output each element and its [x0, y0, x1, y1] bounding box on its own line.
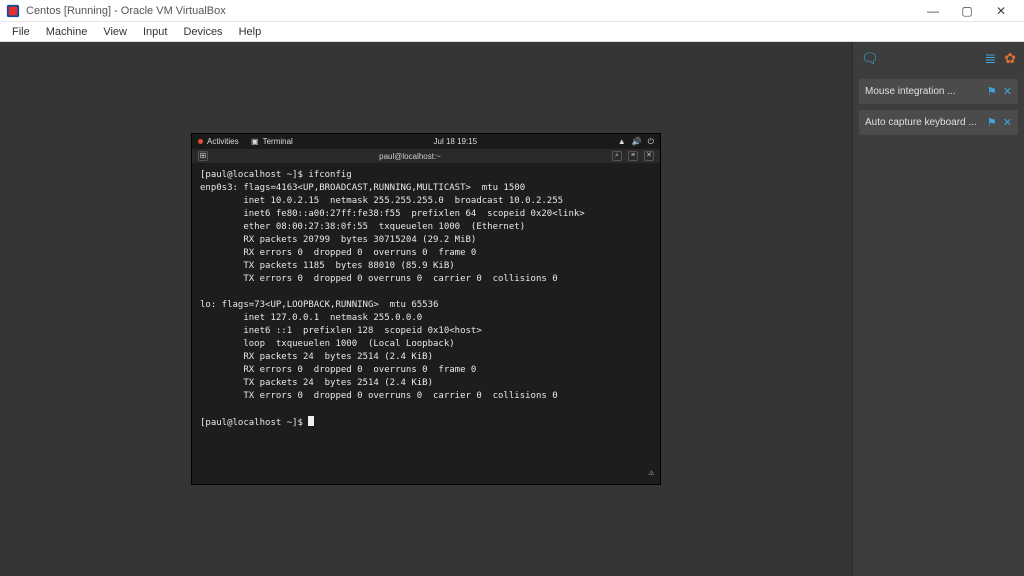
notification-text: Mouse integration ... [865, 86, 981, 97]
terminal-line: TX packets 24 bytes 2514 (2.4 KiB) [200, 378, 433, 388]
speech-bubble-icon[interactable]: 🗨 [861, 50, 879, 67]
dismiss-icon[interactable]: ✕ [1003, 85, 1012, 98]
terminal-line: lo: flags=73<UP,LOOPBACK,RUNNING> mtu 65… [200, 300, 438, 310]
terminal-line: inet 10.0.2.15 netmask 255.255.255.0 bro… [200, 196, 563, 206]
menubar: File Machine View Input Devices Help [0, 22, 1024, 42]
terminal-close-button[interactable]: ✕ [644, 151, 654, 161]
notification-panel: 🗨 ≣ ✿ Mouse integration ... ⚑ ✕ Auto cap… [852, 42, 1024, 576]
pin-icon[interactable]: ⚑ [987, 85, 997, 98]
maximize-button[interactable]: ▢ [950, 4, 984, 18]
activities-dot-icon [198, 139, 203, 144]
minimize-button[interactable]: — [916, 4, 950, 18]
terminal-line: RX packets 20799 bytes 30715204 (29.2 Mi… [200, 235, 476, 245]
terminal-line: inet6 ::1 prefixlen 128 scopeid 0x10<hos… [200, 326, 482, 336]
terminal-line: TX packets 1185 bytes 88010 (85.9 KiB) [200, 261, 455, 271]
settings-icon[interactable]: ✿ [1004, 50, 1016, 67]
notification-item[interactable]: Mouse integration ... ⚑ ✕ [859, 79, 1018, 104]
terminal-line: inet 127.0.0.1 netmask 255.0.0.0 [200, 313, 422, 323]
terminal-line: RX packets 24 bytes 2514 (2.4 KiB) [200, 352, 433, 362]
menu-file[interactable]: File [4, 24, 38, 40]
terminal-line: TX errors 0 dropped 0 overruns 0 carrier… [200, 391, 558, 401]
guest-os-screen[interactable]: Activities ▣ Terminal Jul 18 19:15 ▲ 🔊 ⏻… [192, 134, 660, 484]
menu-help[interactable]: Help [231, 24, 270, 40]
close-button[interactable]: ✕ [984, 4, 1018, 18]
terminal-line: ether 08:00:27:38:0f:55 txqueuelen 1000 … [200, 222, 525, 232]
terminal-line: RX errors 0 dropped 0 overruns 0 frame 0 [200, 248, 476, 258]
virtualbox-icon [6, 4, 20, 18]
notification-text: Auto capture keyboard ... [865, 117, 981, 128]
terminal-line: TX errors 0 dropped 0 overruns 0 carrier… [200, 274, 558, 284]
new-tab-button[interactable]: ⊞ [198, 151, 208, 161]
notification-header: 🗨 ≣ ✿ [859, 48, 1018, 73]
activities-button[interactable]: Activities ▣ Terminal [198, 137, 293, 146]
terminal-line: inet6 fe80::a00:27ff:fe38:f55 prefixlen … [200, 209, 585, 219]
menu-input[interactable]: Input [135, 24, 175, 40]
window-titlebar: Centos [Running] - Oracle VM VirtualBox … [0, 0, 1024, 22]
warning-icon: ⚠ [649, 467, 654, 480]
terminal-app-label: Terminal [263, 137, 293, 146]
terminal-cursor [308, 416, 314, 426]
network-icon[interactable]: ▲ [618, 137, 626, 147]
activities-label: Activities [207, 137, 239, 146]
terminal-output[interactable]: [paul@localhost ~]$ ifconfig enp0s3: fla… [192, 163, 660, 484]
hamburger-menu-button[interactable]: ≡ [628, 151, 638, 161]
menu-machine[interactable]: Machine [38, 24, 96, 40]
volume-icon[interactable]: 🔊 [632, 137, 642, 147]
menu-devices[interactable]: Devices [175, 24, 230, 40]
gnome-clock[interactable]: Jul 18 19:15 [293, 137, 618, 146]
terminal-app-icon: ▣ [251, 137, 259, 146]
menu-view[interactable]: View [95, 24, 135, 40]
command-text: ifconfig [308, 170, 351, 180]
terminal-line: loop txqueuelen 1000 (Local Loopback) [200, 339, 455, 349]
terminal-line: RX errors 0 dropped 0 overruns 0 frame 0 [200, 365, 476, 375]
prompt: [paul@localhost ~]$ [200, 170, 308, 180]
search-button[interactable]: ⌕ [612, 151, 622, 161]
terminal-titlebar: ⊞ paul@localhost:~ ⌕ ≡ ✕ [192, 149, 660, 163]
terminal-title: paul@localhost:~ [214, 152, 606, 161]
window-title: Centos [Running] - Oracle VM VirtualBox [26, 5, 226, 17]
dismiss-icon[interactable]: ✕ [1003, 116, 1012, 129]
notification-item[interactable]: Auto capture keyboard ... ⚑ ✕ [859, 110, 1018, 135]
list-icon[interactable]: ≣ [985, 50, 997, 67]
gnome-topbar: Activities ▣ Terminal Jul 18 19:15 ▲ 🔊 ⏻ [192, 134, 660, 149]
vm-display-area[interactable]: Activities ▣ Terminal Jul 18 19:15 ▲ 🔊 ⏻… [0, 42, 852, 576]
terminal-line: enp0s3: flags=4163<UP,BROADCAST,RUNNING,… [200, 183, 525, 193]
prompt: [paul@localhost ~]$ [200, 418, 308, 428]
power-icon[interactable]: ⏻ [648, 137, 654, 147]
pin-icon[interactable]: ⚑ [987, 116, 997, 129]
